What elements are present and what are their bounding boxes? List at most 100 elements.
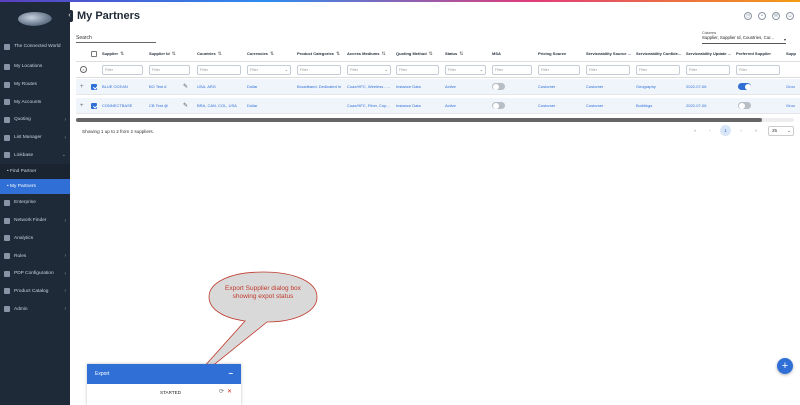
edit-icon[interactable]: ✎ [183,79,188,95]
column-header-serviceability-confide[interactable]: Serviceability Confide... [636,46,684,62]
add-fab-button[interactable]: + [777,358,793,374]
table-row[interactable]: + BLUE OCEAN BO Test # USA, ARG Dollar Broadb… [76,79,800,95]
scrollbar-thumb[interactable] [76,118,762,122]
table-row[interactable]: + CONNECTBASE CB Test @ BRA, CAN, COL, USA D… [76,98,800,114]
sidebar-item-my-accounts[interactable]: My Accounts [0,93,70,111]
search-input[interactable]: Search [76,35,156,43]
callout-text: Export Supplier dialog box showing expot… [225,285,301,300]
sidebar-item-my-routes[interactable]: My Routes [0,76,70,94]
sidebar-item-enterprise[interactable]: Enterprise [0,194,70,212]
mail-icon[interactable]: ✉ [772,12,780,20]
preferred-supplier-toggle[interactable] [738,102,751,109]
msa-toggle[interactable] [492,83,505,90]
sidebar-item-list-manager[interactable]: List Manager › [0,129,70,147]
edit-icon[interactable]: ✎ [183,98,188,114]
user-icon[interactable]: ☺ [786,12,794,20]
first-page-button[interactable]: « [690,128,700,133]
sort-icon[interactable]: ⇅ [218,51,222,57]
expand-row-icon[interactable]: + [80,98,84,114]
filter-input[interactable]: Filter ⌄ [445,65,486,75]
cell-supplier[interactable]: CONNECTBASE [102,98,145,114]
minimize-button[interactable]: − [228,364,233,384]
filter-input[interactable]: Filter [736,65,780,75]
app-logo [0,2,70,36]
sort-icon[interactable]: ⇅ [270,51,274,57]
filter-input[interactable]: Filter [636,65,680,75]
current-page[interactable]: 1 [720,125,731,136]
sidebar-item-the-connected-world[interactable]: The Connected World [0,36,70,58]
column-header-supplier[interactable]: Supplier ⇅ [102,46,147,62]
sidebar-item-pdp-configuration[interactable]: PDP Configuration › [0,265,70,283]
chevron-icon: › [64,134,66,141]
bell-icon[interactable]: • [758,12,766,20]
filter-input[interactable]: Filter [297,65,341,75]
select-all-checkbox[interactable] [91,51,97,57]
prev-page-button[interactable]: ‹ [705,128,715,133]
clear-filters-icon[interactable]: × [80,66,87,73]
row-checkbox[interactable] [91,84,97,90]
filter-input[interactable]: Filter [586,65,630,75]
page-size-select[interactable]: 25 ⌄ [768,126,794,136]
sidebar-item-network-finder[interactable]: Network Finder › [0,212,70,230]
cell-status: Active [445,84,456,89]
column-header-serviceability-update[interactable]: Serviceability Update ... [686,46,734,62]
sidebar-subitem-find-partner[interactable]: • Find Partner [0,164,70,180]
sidebar-item-analytics[interactable]: Analytics [0,230,70,248]
filter-input[interactable]: Filter ⌄ [347,65,391,75]
filter-placeholder: Filter [495,68,503,72]
row-checkbox[interactable] [91,103,97,109]
sidebar-item-linkbase[interactable]: Linkbase ⌄ [0,146,70,164]
filter-placeholder: Filter [250,68,258,72]
sidebar-item-product-catalog[interactable]: Product Catalog › [0,283,70,301]
filter-input[interactable]: Filter [538,65,580,75]
filter-input[interactable]: Filter [149,65,190,75]
last-page-button[interactable]: » [751,128,761,133]
column-header-countries[interactable]: Countries ⇅ [197,46,245,62]
filter-input[interactable]: Filter [396,65,439,75]
preferred-supplier-toggle[interactable] [738,83,751,90]
refresh-icon[interactable]: ⟳ [219,388,224,395]
history-icon[interactable]: ◷ [744,12,752,20]
filter-input[interactable]: Filter [197,65,241,75]
sort-icon[interactable]: ⇅ [429,51,433,57]
column-header-product-categories[interactable]: Product Categories ⇅ [297,46,345,62]
sort-icon[interactable]: ⇅ [336,51,340,57]
filter-input[interactable]: Filter [492,65,532,75]
column-header-supp[interactable]: Supp [786,46,800,62]
column-header-msa[interactable]: MSA [492,46,536,62]
filter-input[interactable]: Filter ⌄ [247,65,291,75]
cell-serv-source: Customer [586,103,604,108]
close-icon[interactable]: ✕ [227,388,232,395]
column-header-quoting-method[interactable]: Quoting Method ⇅ [396,46,443,62]
next-page-button[interactable]: › [736,128,746,133]
column-header-access-mediums[interactable]: Access Mediums ⇅ [347,46,395,62]
column-header-currencies[interactable]: Currencies ⇅ [247,46,295,62]
pagination: « ‹ 1 › » [690,125,761,136]
sidebar-item-rules[interactable]: Rules › [0,247,70,265]
filter-input[interactable]: Filter [686,65,730,75]
column-header-label: Supplier [102,51,119,56]
filter-input[interactable]: Filter [102,65,143,75]
msa-toggle[interactable] [492,102,505,109]
horizontal-scrollbar[interactable] [76,118,794,122]
sort-icon[interactable]: ⇅ [381,51,385,57]
chevron-icon: › [64,270,66,277]
sort-icon[interactable]: ⇅ [120,51,124,57]
sidebar-item-label: Enterprise [14,200,36,206]
sidebar-item-admin[interactable]: Admin › [0,300,70,318]
column-header-pricing-source[interactable]: Pricing Source [538,46,584,62]
column-header-serviceability-source[interactable]: Serviceability Source ... [586,46,634,62]
columns-select[interactable]: Columns Supplier, Supplier Id, Countries… [702,31,786,44]
cell-supplier[interactable]: BLUE OCEAN [102,79,145,95]
column-header-label: Countries [197,51,216,56]
sidebar-collapse-button[interactable]: ‹ [66,10,73,22]
sort-icon[interactable]: ⇅ [172,51,176,57]
column-header-preferred-supplier[interactable]: Preferred Supplier [736,46,784,62]
sort-icon[interactable]: ⇅ [459,51,463,57]
sidebar-item-my-locations[interactable]: My Locations [0,58,70,76]
expand-row-icon[interactable]: + [80,79,84,95]
column-header-status[interactable]: Status ⇅ [445,46,490,62]
column-header-supplier-id[interactable]: Supplier Id ⇅ [149,46,194,62]
sidebar-subitem-my-partners[interactable]: • My Partners [0,179,70,195]
sidebar-item-quoting[interactable]: Quoting › [0,111,70,129]
